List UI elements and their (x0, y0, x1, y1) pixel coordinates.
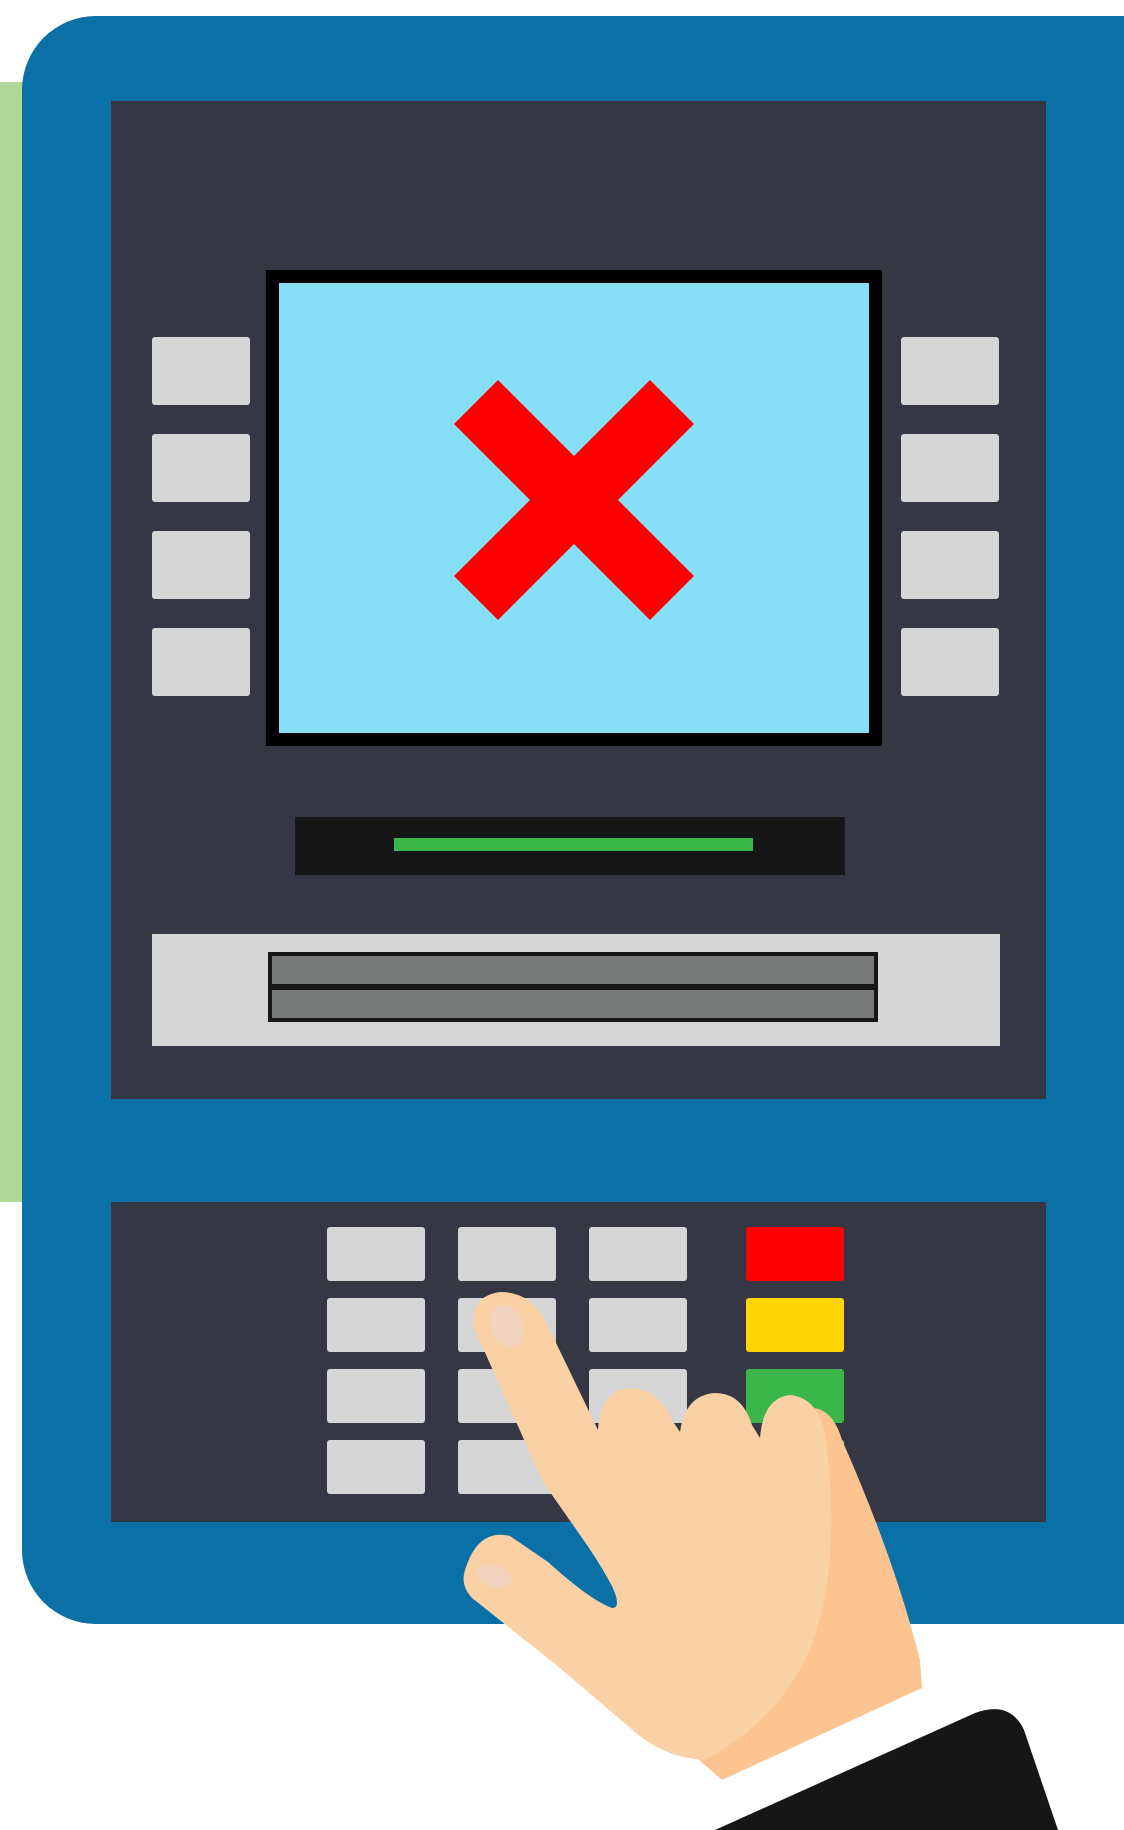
keypad-key-r3c2[interactable] (458, 1369, 556, 1423)
atm-screen (266, 270, 882, 746)
keypad-clear-button[interactable] (746, 1298, 844, 1352)
keypad-key-r2c2[interactable] (458, 1298, 556, 1352)
screen-left-button-4[interactable] (152, 628, 250, 696)
receipt-slot-light (394, 838, 753, 851)
keypad-key-r1c3[interactable] (589, 1227, 687, 1281)
screen-left-button-1[interactable] (152, 337, 250, 405)
screen-right-button-3[interactable] (901, 531, 999, 599)
keypad-key-r4c1[interactable] (327, 1440, 425, 1494)
error-x-icon (454, 380, 694, 620)
screen-display (279, 283, 869, 733)
keypad-key-r3c1[interactable] (327, 1369, 425, 1423)
screen-left-button-2[interactable] (152, 434, 250, 502)
keypad-key-r4c3[interactable] (589, 1440, 687, 1494)
keypad-key-r1c1[interactable] (327, 1227, 425, 1281)
card-slot-upper[interactable] (272, 956, 874, 984)
keypad-key-r2c1[interactable] (327, 1298, 425, 1352)
keypad-key-r3c3[interactable] (589, 1369, 687, 1423)
keypad-blank-button[interactable] (746, 1440, 844, 1494)
keypad-cancel-button[interactable] (746, 1227, 844, 1281)
keypad-key-r1c2[interactable] (458, 1227, 556, 1281)
atm-keypad-panel (111, 1202, 1046, 1522)
screen-right-button-1[interactable] (901, 337, 999, 405)
screen-right-button-2[interactable] (901, 434, 999, 502)
keypad-key-r2c3[interactable] (589, 1298, 687, 1352)
screen-left-button-3[interactable] (152, 531, 250, 599)
keypad-key-r4c2[interactable] (458, 1440, 556, 1494)
card-slot-lower[interactable] (272, 990, 874, 1018)
screen-right-button-4[interactable] (901, 628, 999, 696)
keypad-enter-button[interactable] (746, 1369, 844, 1423)
